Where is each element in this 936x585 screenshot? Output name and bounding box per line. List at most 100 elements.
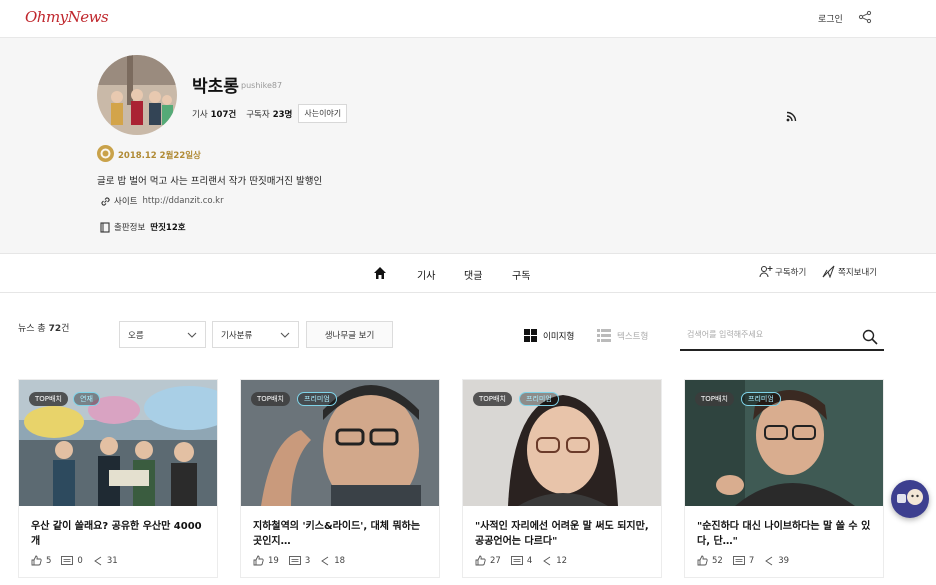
article-card[interactable]: TOP배치 프리미엄 "사적인 자리에선 어려운 말 써도 되지만, 공공언어는… bbox=[462, 379, 662, 578]
profile-id: pushike87 bbox=[241, 81, 283, 90]
article-meta: 52 7 39 bbox=[697, 555, 799, 566]
share-count[interactable]: 12 bbox=[542, 556, 567, 566]
list-icon bbox=[597, 329, 611, 342]
articles-count: 107건 bbox=[210, 109, 237, 120]
thumbs-up-icon bbox=[253, 555, 264, 566]
comment-count[interactable]: 0 bbox=[61, 555, 83, 566]
article-meta: 27 4 12 bbox=[475, 555, 577, 566]
article-meta: 5 0 31 bbox=[31, 555, 128, 566]
rss-icon[interactable] bbox=[786, 111, 797, 122]
sort-select[interactable]: 오름 bbox=[119, 321, 206, 348]
pub-label: 출판정보 bbox=[114, 223, 146, 233]
comment-value: 4 bbox=[526, 555, 533, 566]
article-meta: 19 3 18 bbox=[253, 555, 355, 566]
tab-article[interactable]: 기사 bbox=[417, 267, 435, 282]
comment-value: 7 bbox=[748, 555, 755, 566]
comment-icon bbox=[288, 555, 301, 565]
top-placement-tag: TOP배치 bbox=[473, 392, 512, 406]
article-title[interactable]: 지하철역의 '키스&라이드', 대체 뭐하는 곳인지… bbox=[253, 519, 429, 549]
like-count[interactable]: 52 bbox=[697, 555, 723, 566]
comment-count[interactable]: 4 bbox=[510, 555, 533, 566]
avatar bbox=[97, 55, 177, 135]
profile-section: 박초롱 pushike87 기사 107건 구독자 23명 사는이야기 2018… bbox=[0, 38, 936, 254]
tab-subscribe[interactable]: 구독 bbox=[512, 267, 530, 282]
site-info: 사이트 http://ddanzit.co.kr bbox=[100, 195, 224, 207]
like-value: 19 bbox=[268, 555, 279, 566]
login-link[interactable]: 로그인 bbox=[818, 12, 843, 25]
subscribers-count: 23명 bbox=[272, 109, 293, 120]
article-card[interactable]: TOP배치 프리미엄 지하철역의 '키스&라이드', 대체 뭐하는 곳인지… 1… bbox=[240, 379, 440, 578]
like-count[interactable]: 19 bbox=[253, 555, 279, 566]
send-message-label: 쪽지보내기 bbox=[838, 267, 878, 278]
article-thumbnail[interactable]: TOP배치 프리미엄 bbox=[241, 380, 439, 506]
pub-value[interactable]: 딴짓12호 bbox=[150, 221, 185, 233]
share-count[interactable]: 18 bbox=[320, 556, 345, 566]
search-field[interactable]: 검색어를 입력해주세요 bbox=[680, 321, 884, 351]
share-icon bbox=[765, 556, 773, 565]
article-card[interactable]: TOP배치 연재 우산 같이 쓸래요? 공유한 우산만 4000개 5 0 31 bbox=[18, 379, 218, 578]
badge-text: 2018.12 2월22일상 bbox=[118, 151, 201, 161]
like-value: 27 bbox=[490, 555, 501, 566]
share-value: 39 bbox=[778, 555, 790, 566]
book-icon bbox=[100, 221, 110, 233]
logo[interactable]: OhmyNews bbox=[25, 8, 109, 26]
site-label: 사이트 bbox=[114, 197, 138, 207]
top-placement-tag: TOP배치 bbox=[695, 392, 734, 406]
view-image-label: 이미지형 bbox=[543, 331, 575, 342]
search-placeholder: 검색어를 입력해주세요 bbox=[687, 330, 764, 339]
like-count[interactable]: 27 bbox=[475, 555, 501, 566]
count-suffix: 건 bbox=[61, 324, 70, 334]
share-value: 31 bbox=[106, 555, 118, 566]
like-value: 5 bbox=[46, 555, 52, 566]
article-thumbnail[interactable]: TOP배치 프리미엄 bbox=[463, 380, 661, 506]
profile-stats: 기사 107건 구독자 23명 사는이야기 bbox=[192, 104, 348, 123]
share-count[interactable]: 31 bbox=[93, 556, 118, 566]
article-title[interactable]: "순진하다 대신 나이브하다는 말 쓸 수 있다, 단…" bbox=[697, 519, 873, 549]
view-text-toggle[interactable]: 텍스트형 bbox=[597, 329, 648, 342]
life-story-button[interactable]: 사는이야기 bbox=[298, 104, 348, 123]
profile-tabs: 기사 댓글 구독 구독하기 쪽지보내기 bbox=[0, 254, 936, 293]
badge-icon bbox=[97, 145, 114, 162]
grassless-button[interactable]: 생나무글 보기 bbox=[306, 321, 393, 348]
subscribe-button[interactable]: 구독하기 bbox=[759, 265, 806, 278]
articles-label: 기사 bbox=[192, 109, 208, 120]
series-tag: 연재 bbox=[73, 392, 100, 406]
article-card[interactable]: TOP배치 프리미엄 "순진하다 대신 나이브하다는 말 쓸 수 있다, 단…"… bbox=[684, 379, 884, 578]
article-title[interactable]: "사적인 자리에선 어려운 말 써도 되지만, 공공언어는 다르다" bbox=[475, 519, 651, 549]
share-icon[interactable] bbox=[858, 10, 872, 24]
home-icon[interactable] bbox=[373, 266, 387, 280]
sort-value: 오름 bbox=[128, 330, 144, 341]
like-count[interactable]: 5 bbox=[31, 555, 51, 566]
category-select[interactable]: 기사분류 bbox=[212, 321, 299, 348]
profile-bio: 글로 밥 벌어 먹고 사는 프리랜서 작가 딴짓매거진 발행인 bbox=[97, 176, 323, 187]
view-text-label: 텍스트형 bbox=[617, 331, 649, 342]
share-icon bbox=[94, 556, 102, 565]
comment-value: 3 bbox=[304, 555, 311, 566]
premium-tag: 프리미엄 bbox=[519, 392, 559, 406]
add-user-icon bbox=[759, 266, 773, 278]
view-image-toggle[interactable]: 이미지형 bbox=[524, 329, 574, 342]
tab-comment[interactable]: 댓글 bbox=[464, 267, 482, 282]
comment-count[interactable]: 7 bbox=[732, 555, 755, 566]
thumbs-up-icon bbox=[697, 555, 708, 566]
share-value: 18 bbox=[334, 555, 346, 566]
count-value: 72 bbox=[48, 324, 62, 334]
comment-value: 0 bbox=[77, 555, 83, 566]
share-value: 12 bbox=[556, 555, 568, 566]
share-count[interactable]: 39 bbox=[764, 556, 789, 566]
chatbot-icon[interactable] bbox=[891, 480, 929, 518]
category-value: 기사분류 bbox=[221, 330, 253, 341]
comment-count[interactable]: 3 bbox=[288, 555, 311, 566]
thumbs-up-icon bbox=[31, 555, 42, 566]
article-title[interactable]: 우산 같이 쓸래요? 공유한 우산만 4000개 bbox=[31, 519, 207, 549]
send-message-button[interactable]: 쪽지보내기 bbox=[822, 265, 877, 278]
search-icon[interactable] bbox=[862, 329, 878, 345]
comment-icon bbox=[510, 555, 523, 565]
article-thumbnail[interactable]: TOP배치 연재 bbox=[19, 380, 217, 506]
article-thumbnail[interactable]: TOP배치 프리미엄 bbox=[685, 380, 883, 506]
count-prefix: 뉴스 총 bbox=[18, 324, 46, 334]
thumbs-up-icon bbox=[475, 555, 486, 566]
top-placement-tag: TOP배치 bbox=[29, 392, 68, 406]
news-count: 뉴스 총 72건 bbox=[18, 321, 69, 334]
site-url[interactable]: http://ddanzit.co.kr bbox=[142, 196, 223, 206]
